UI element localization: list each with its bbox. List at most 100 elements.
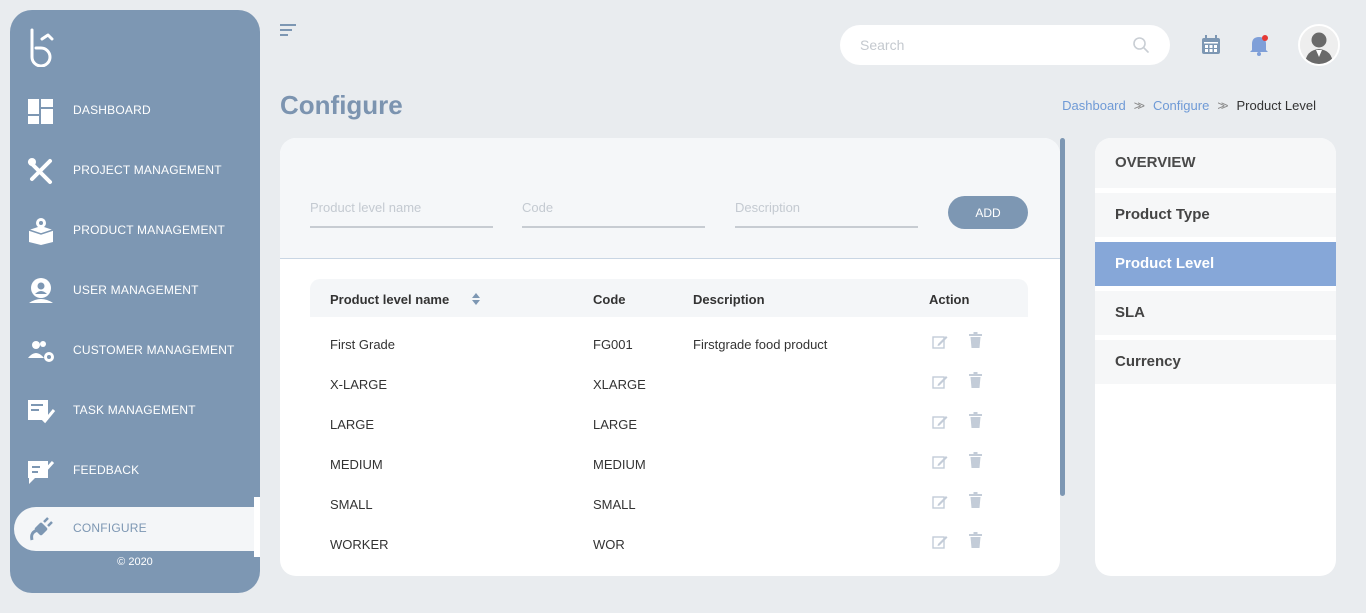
column-header-code: Code	[593, 292, 626, 307]
sidebar: DASHBOARD PROJECT MANAGEMENT PRODUCT MAN…	[10, 10, 260, 593]
table-row: WORKER WOR	[310, 517, 1028, 557]
cell-code: MEDIUM	[593, 457, 646, 472]
sidebar-item-configure-row[interactable]: CONFIGURE	[10, 507, 260, 551]
cell-description: Firstgrade food product	[693, 337, 828, 352]
scrollbar-thumb[interactable]	[1060, 138, 1065, 496]
overview-item-label: Currency	[1115, 353, 1181, 370]
page-title: Configure	[280, 90, 403, 120]
edit-icon[interactable]	[932, 374, 948, 390]
overview-card: OVERVIEW Product Type Product Level SLA …	[1095, 138, 1336, 576]
sidebar-item-customer-management[interactable]: CUSTOMER MANAGEMENT	[10, 329, 260, 373]
edit-icon[interactable]	[932, 534, 948, 550]
edit-icon[interactable]	[932, 414, 948, 430]
box-gear-icon	[28, 218, 54, 245]
column-header-name[interactable]: Product level name	[330, 292, 449, 307]
sidebar-item-dashboard[interactable]: DASHBOARD	[10, 89, 260, 133]
cell-name: WORKER	[330, 537, 389, 552]
sidebar-item-label: CUSTOMER MANAGEMENT	[73, 343, 235, 357]
description-field-wrapper	[735, 196, 918, 228]
overview-item-label: SLA	[1115, 304, 1145, 321]
edit-icon[interactable]	[932, 494, 948, 510]
brand-logo[interactable]	[28, 27, 54, 67]
breadcrumb-configure[interactable]: Configure	[1153, 98, 1209, 113]
overview-item-sla[interactable]: SLA	[1095, 291, 1336, 335]
sidebar-item-label: PROJECT MANAGEMENT	[73, 163, 222, 177]
cell-code: XLARGE	[593, 377, 646, 392]
table-row: First Grade FG001 Firstgrade food product	[310, 317, 1028, 357]
column-header-description: Description	[693, 292, 765, 307]
feedback-icon	[28, 460, 55, 484]
table-body: First Grade FG001 Firstgrade food product X…	[310, 317, 1028, 557]
overview-item-currency[interactable]: Currency	[1095, 340, 1336, 384]
calendar-icon[interactable]	[1201, 35, 1221, 55]
sidebar-item-label: DASHBOARD	[73, 103, 151, 117]
overview-item-label: Product Level	[1115, 255, 1215, 272]
sidebar-item-user-management[interactable]: USER MANAGEMENT	[10, 269, 260, 313]
overview-item-product-type[interactable]: Product Type	[1095, 193, 1336, 237]
edit-icon[interactable]	[932, 454, 948, 470]
sidebar-item-task-management[interactable]: TASK MANAGEMENT	[10, 389, 260, 433]
search-icon[interactable]	[1132, 36, 1150, 54]
sidebar-item-product-management[interactable]: PRODUCT MANAGEMENT	[10, 209, 260, 253]
plug-icon	[30, 517, 53, 541]
dashboard-icon	[28, 99, 53, 124]
table-row: X-LARGE XLARGE	[310, 357, 1028, 397]
sidebar-item-feedback[interactable]: FEEDBACK	[10, 449, 260, 493]
user-avatar[interactable]	[1298, 24, 1340, 66]
sidebar-item-label: USER MANAGEMENT	[73, 283, 199, 297]
menu-toggle-icon[interactable]	[280, 23, 298, 39]
overview-header: OVERVIEW	[1095, 138, 1336, 188]
breadcrumb-current: Product Level	[1236, 98, 1317, 113]
add-product-level-form: ADD	[280, 138, 1060, 259]
user-gear-icon	[29, 278, 53, 303]
cell-name: MEDIUM	[330, 457, 383, 472]
cell-code: WOR	[593, 537, 625, 552]
add-button[interactable]: ADD	[948, 196, 1028, 229]
cell-code: SMALL	[593, 497, 636, 512]
product-level-name-input[interactable]	[310, 196, 493, 215]
sidebar-item-label: TASK MANAGEMENT	[73, 403, 196, 417]
search-box	[840, 25, 1170, 65]
cell-name: X-LARGE	[330, 377, 388, 392]
sidebar-item-project-management[interactable]: PROJECT MANAGEMENT	[10, 149, 260, 193]
overview-item-product-level[interactable]: Product Level	[1095, 242, 1336, 286]
trash-icon[interactable]	[969, 492, 982, 508]
sidebar-item-label: CONFIGURE	[73, 521, 147, 535]
search-input[interactable]	[860, 34, 1120, 56]
scrollbar[interactable]	[1059, 138, 1065, 576]
chevron-right-icon: >>	[1133, 98, 1145, 113]
sidebar-item-label: PRODUCT MANAGEMENT	[73, 223, 226, 237]
breadcrumb-dashboard[interactable]: Dashboard	[1062, 98, 1126, 113]
description-input[interactable]	[735, 196, 918, 215]
overview-title: OVERVIEW	[1115, 154, 1196, 171]
cell-name: LARGE	[330, 417, 375, 432]
sidebar-item-label: FEEDBACK	[73, 463, 140, 477]
table-row: MEDIUM MEDIUM	[310, 437, 1028, 477]
cell-code: FG001	[593, 337, 633, 352]
edit-icon[interactable]	[932, 334, 948, 350]
tools-icon	[28, 158, 52, 184]
cell-code: LARGE	[593, 417, 638, 432]
table-header: Product level name Code Description Acti…	[310, 279, 1028, 317]
trash-icon[interactable]	[969, 412, 982, 428]
code-field-wrapper	[522, 196, 705, 228]
product-level-card: ADD Product level name Code Description …	[280, 138, 1060, 576]
code-input[interactable]	[522, 196, 705, 215]
notification-bell-icon[interactable]	[1248, 34, 1270, 56]
trash-icon[interactable]	[969, 372, 982, 388]
cell-name: SMALL	[330, 497, 373, 512]
table-row: LARGE LARGE	[310, 397, 1028, 437]
users-gear-icon	[28, 341, 54, 362]
copyright: © 2020	[117, 556, 153, 568]
column-header-action: Action	[929, 292, 970, 307]
sort-icon[interactable]	[472, 293, 480, 305]
sidebar-item-configure[interactable]: CONFIGURE	[10, 497, 260, 557]
breadcrumb: Dashboard >> Configure >> Product Level	[1062, 98, 1316, 113]
trash-icon[interactable]	[969, 532, 982, 548]
overview-item-label: Product Type	[1115, 206, 1210, 223]
table-row: SMALL SMALL	[310, 477, 1028, 517]
task-check-icon	[28, 400, 56, 424]
trash-icon[interactable]	[969, 452, 982, 468]
cell-name: First Grade	[330, 337, 396, 352]
trash-icon[interactable]	[969, 332, 982, 348]
